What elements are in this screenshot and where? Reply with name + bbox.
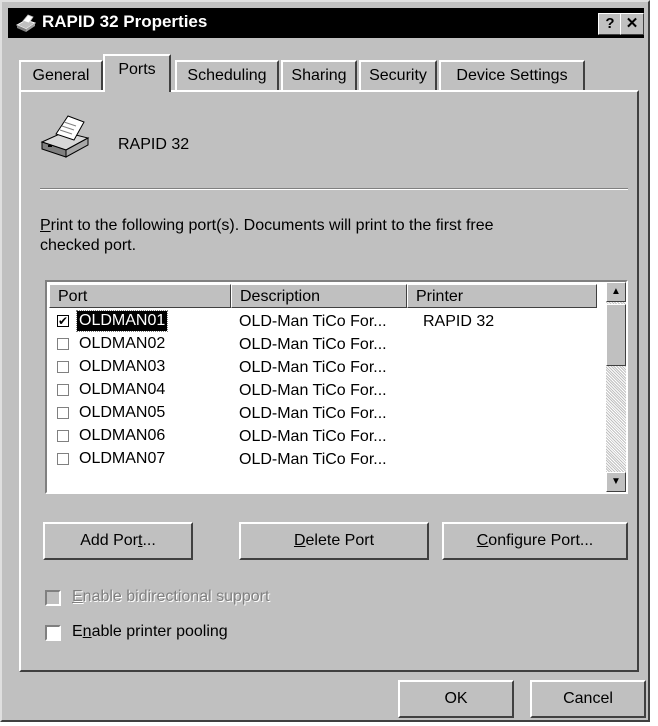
column-header-port[interactable]: Port (49, 284, 231, 308)
port-name: OLDMAN06 (79, 427, 166, 444)
tab-general[interactable]: General (19, 60, 103, 90)
port-description: OLD-Man TiCo For... (239, 405, 387, 422)
ok-button[interactable]: OK (398, 680, 514, 718)
configure-port-button[interactable]: Configure Port... (442, 522, 628, 560)
printer-icon (15, 14, 37, 32)
port-description: OLD-Man TiCo For... (239, 336, 387, 353)
port-name: OLDMAN07 (79, 450, 166, 467)
scroll-down-arrow-icon[interactable]: ▼ (606, 472, 626, 492)
column-header-description[interactable]: Description (231, 284, 407, 308)
properties-window: RAPID 32 Properties ? ✕ General Ports Sc… (0, 0, 650, 722)
port-checkbox[interactable] (57, 430, 69, 442)
separator (40, 188, 628, 190)
port-checkbox[interactable] (57, 338, 69, 350)
close-button[interactable]: ✕ (620, 13, 644, 35)
port-checkbox[interactable] (57, 361, 69, 373)
port-printer: RAPID 32 (423, 313, 495, 330)
tab-sharing[interactable]: Sharing (281, 60, 357, 90)
port-checkbox[interactable] (57, 453, 69, 465)
cancel-button[interactable]: Cancel (530, 680, 646, 718)
tab-ports[interactable]: Ports (103, 54, 171, 92)
port-description: OLD-Man TiCo For... (239, 313, 387, 330)
port-description: OLD-Man TiCo For... (239, 359, 387, 376)
port-name: OLDMAN04 (79, 381, 166, 398)
bidirectional-support-checkbox (45, 590, 61, 606)
port-description: OLD-Man TiCo For... (239, 451, 387, 468)
port-list-scrollbar[interactable]: ▲ ▼ (606, 282, 626, 492)
tab-device-settings[interactable]: Device Settings (439, 60, 585, 90)
port-description: OLD-Man TiCo For... (239, 428, 387, 445)
delete-port-button[interactable]: Delete Port (239, 522, 429, 560)
port-name: OLDMAN02 (79, 335, 166, 352)
bidirectional-support-label: Enable bidirectional support (72, 588, 270, 605)
help-button[interactable]: ? (598, 13, 622, 35)
column-header-printer[interactable]: Printer (407, 284, 597, 308)
window-title: RAPID 32 Properties (42, 12, 208, 31)
printer-large-icon (40, 115, 90, 158)
port-description: OLD-Man TiCo For... (239, 382, 387, 399)
tab-security[interactable]: Security (359, 60, 437, 90)
title-bar[interactable]: RAPID 32 Properties ? ✕ (8, 8, 644, 38)
add-port-button[interactable]: Add Port... (43, 522, 193, 560)
port-name: OLDMAN01 (75, 310, 169, 332)
port-checkbox[interactable] (57, 407, 69, 419)
port-name: OLDMAN05 (79, 404, 166, 421)
port-checkbox[interactable]: ✔ (57, 315, 69, 327)
scrollbar-thumb[interactable] (606, 304, 626, 366)
port-name: OLDMAN03 (79, 358, 166, 375)
scroll-up-arrow-icon[interactable]: ▲ (606, 282, 626, 302)
port-list[interactable]: Port Description Printer ✔ OLDMAN01 OLD-… (45, 280, 628, 494)
printer-name: RAPID 32 (118, 136, 190, 153)
printer-pooling-checkbox[interactable] (45, 625, 61, 641)
port-checkbox[interactable] (57, 384, 69, 396)
tab-scheduling[interactable]: Scheduling (175, 60, 279, 90)
ports-instructions: Print to the following port(s). Document… (40, 217, 494, 254)
printer-pooling-label[interactable]: Enable printer pooling (72, 623, 228, 641)
